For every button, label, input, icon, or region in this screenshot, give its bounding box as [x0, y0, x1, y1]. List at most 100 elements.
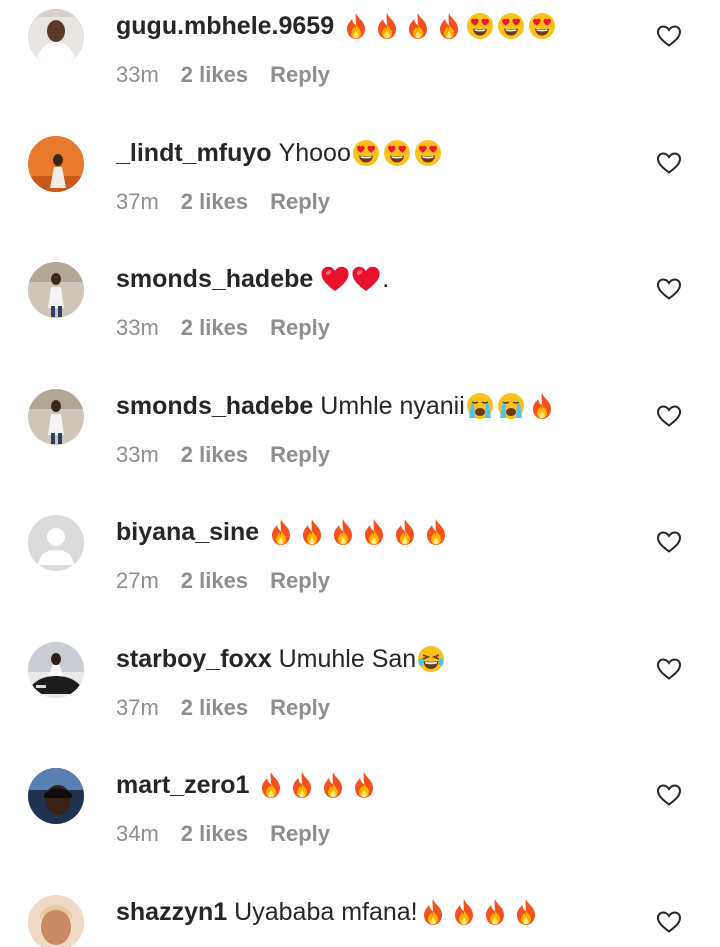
comment-username[interactable]: smonds_hadebe	[116, 261, 313, 297]
avatar[interactable]	[28, 136, 84, 192]
comment-time: 34m	[116, 821, 159, 846]
like-heart-icon[interactable]	[656, 657, 682, 681]
comment-body: Umuhle San	[279, 641, 448, 677]
likes-count[interactable]: 2 likes	[181, 189, 248, 214]
like-heart-icon[interactable]	[656, 783, 682, 807]
like-heart-icon[interactable]	[656, 404, 682, 428]
avatar[interactable]	[28, 389, 84, 445]
avatar[interactable]	[28, 9, 84, 65]
comment-item: shazzyn1 Uyababa mfana!	[0, 886, 720, 947]
comment-text-line: gugu.mbhele.9659	[116, 8, 558, 44]
comment-body	[256, 770, 380, 800]
reply-button[interactable]: Reply	[270, 62, 330, 87]
fire-emoji	[318, 770, 348, 800]
fire-emoji	[328, 517, 358, 547]
like-heart-icon[interactable]	[656, 910, 682, 934]
heart-eyes-emoji	[496, 11, 526, 41]
avatar[interactable]	[28, 262, 84, 318]
comment-time: 33m	[116, 442, 159, 467]
comment-text: Umuhle San	[278, 645, 417, 673]
comment-item: biyana_sine 27m 2 likes Reply	[0, 506, 720, 632]
fire-emoji	[341, 11, 371, 41]
avatar[interactable]	[28, 768, 84, 824]
comment-item: mart_zero1 34m 2 likes Reply	[0, 759, 720, 885]
likes-count[interactable]: 2 likes	[181, 62, 248, 87]
comment-list: gugu.mbhele.9659 33m 2 likes Reply _lindt_…	[0, 0, 720, 947]
comment-username[interactable]: smonds_hadebe	[116, 388, 313, 424]
comment-text-line: starboy_foxx Umuhle San	[116, 641, 447, 677]
comment-text-line: smonds_hadebe .	[116, 261, 389, 297]
comment-text: Yhooo	[278, 139, 351, 167]
fire-emoji	[349, 770, 379, 800]
reply-button[interactable]: Reply	[270, 442, 330, 467]
heart-eyes-emoji	[465, 11, 495, 41]
comment-item: gugu.mbhele.9659 33m 2 likes Reply	[0, 0, 720, 126]
red-heart-emoji	[351, 264, 381, 294]
reply-button[interactable]: Reply	[270, 695, 330, 720]
avatar[interactable]	[28, 515, 84, 571]
comment-item: smonds_hadebe . 33m 2 likes Reply	[0, 253, 720, 379]
reply-button[interactable]: Reply	[270, 821, 330, 846]
fire-emoji	[359, 517, 389, 547]
fire-emoji	[421, 517, 451, 547]
comment-time: 37m	[116, 189, 159, 214]
like-heart-icon[interactable]	[656, 530, 682, 554]
comment-text: Uyababa mfana!	[234, 898, 418, 926]
fire-emoji	[403, 11, 433, 41]
likes-count[interactable]: 2 likes	[181, 568, 248, 593]
comment-username[interactable]: biyana_sine	[116, 514, 259, 550]
likes-count[interactable]: 2 likes	[181, 442, 248, 467]
comment-suffix: .	[382, 265, 390, 293]
comment-text-line: biyana_sine	[116, 514, 452, 550]
avatar[interactable]	[28, 642, 84, 698]
likes-count[interactable]: 2 likes	[181, 821, 248, 846]
fire-emoji	[287, 770, 317, 800]
fire-emoji	[480, 897, 510, 927]
comment-meta: 37m 2 likes Reply	[116, 187, 352, 217]
comment-body: Umhle nyanii	[320, 388, 558, 424]
comment-meta: 33m 2 likes Reply	[116, 313, 352, 343]
fire-emoji	[449, 897, 479, 927]
like-heart-icon[interactable]	[656, 24, 682, 48]
crying-emoji	[465, 391, 495, 421]
comment-text: Umhle nyanii	[320, 392, 465, 420]
comment-time: 27m	[116, 568, 159, 593]
comment-item: _lindt_mfuyo Yhooo 37m 2 likes Reply	[0, 127, 720, 253]
likes-count[interactable]: 2 likes	[181, 315, 248, 340]
comment-username[interactable]: starboy_foxx	[116, 641, 272, 677]
comment-time: 33m	[116, 62, 159, 87]
laughing-emoji	[416, 644, 446, 674]
comment-meta: 34m 2 likes Reply	[116, 819, 352, 849]
comment-meta: 33m 2 likes Reply	[116, 60, 352, 90]
likes-count[interactable]: 2 likes	[181, 695, 248, 720]
reply-button[interactable]: Reply	[270, 315, 330, 340]
comment-item: smonds_hadebe Umhle nyanii 33m 2 likes Rep…	[0, 380, 720, 506]
fire-emoji	[390, 517, 420, 547]
heart-eyes-emoji	[413, 138, 443, 168]
red-heart-emoji	[320, 264, 350, 294]
comment-text-line: _lindt_mfuyo Yhooo	[116, 135, 444, 171]
like-heart-icon[interactable]	[656, 277, 682, 301]
comment-username[interactable]: _lindt_mfuyo	[116, 135, 272, 171]
fire-emoji	[372, 11, 402, 41]
fire-emoji	[418, 897, 448, 927]
comment-meta: 27m 2 likes Reply	[116, 566, 352, 596]
crying-emoji	[496, 391, 526, 421]
fire-emoji	[527, 391, 557, 421]
reply-button[interactable]: Reply	[270, 568, 330, 593]
fire-emoji	[256, 770, 286, 800]
fire-emoji	[297, 517, 327, 547]
comment-username[interactable]: mart_zero1	[116, 767, 249, 803]
comment-meta: 33m 2 likes Reply	[116, 440, 352, 470]
comment-username[interactable]: gugu.mbhele.9659	[116, 8, 334, 44]
comment-username[interactable]: shazzyn1	[116, 894, 227, 930]
comment-body: Yhooo	[279, 135, 444, 171]
comment-text-line: shazzyn1 Uyababa mfana!	[116, 894, 542, 930]
reply-button[interactable]: Reply	[270, 189, 330, 214]
fire-emoji	[434, 11, 464, 41]
comment-body	[266, 517, 452, 547]
comment-text-line: smonds_hadebe Umhle nyanii	[116, 388, 558, 424]
like-heart-icon[interactable]	[656, 151, 682, 175]
fire-emoji	[266, 517, 296, 547]
avatar[interactable]	[28, 895, 84, 947]
